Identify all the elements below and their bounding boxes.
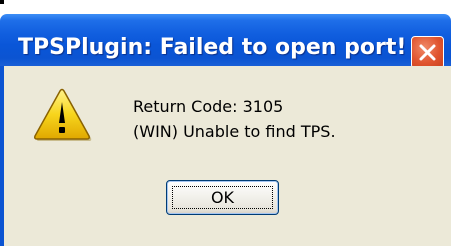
warning-icon xyxy=(34,88,92,141)
ok-button-label: OK xyxy=(210,188,235,207)
close-icon xyxy=(419,44,436,61)
ok-button[interactable]: OK xyxy=(166,180,279,215)
corner-artifact xyxy=(0,0,4,4)
dialog-title: TPSPlugin: Failed to open port! xyxy=(18,35,407,60)
return-code-line: Return Code: 3105 xyxy=(133,97,284,116)
error-dialog: TPSPlugin: Failed to open port! Return C… xyxy=(0,0,451,246)
title-bar[interactable]: TPSPlugin: Failed to open port! xyxy=(0,14,451,69)
error-description-line: (WIN) Unable to find TPS. xyxy=(133,122,336,141)
message-text: Return Code: 3105 (WIN) Unable to find T… xyxy=(133,94,336,144)
close-button[interactable] xyxy=(411,36,444,69)
